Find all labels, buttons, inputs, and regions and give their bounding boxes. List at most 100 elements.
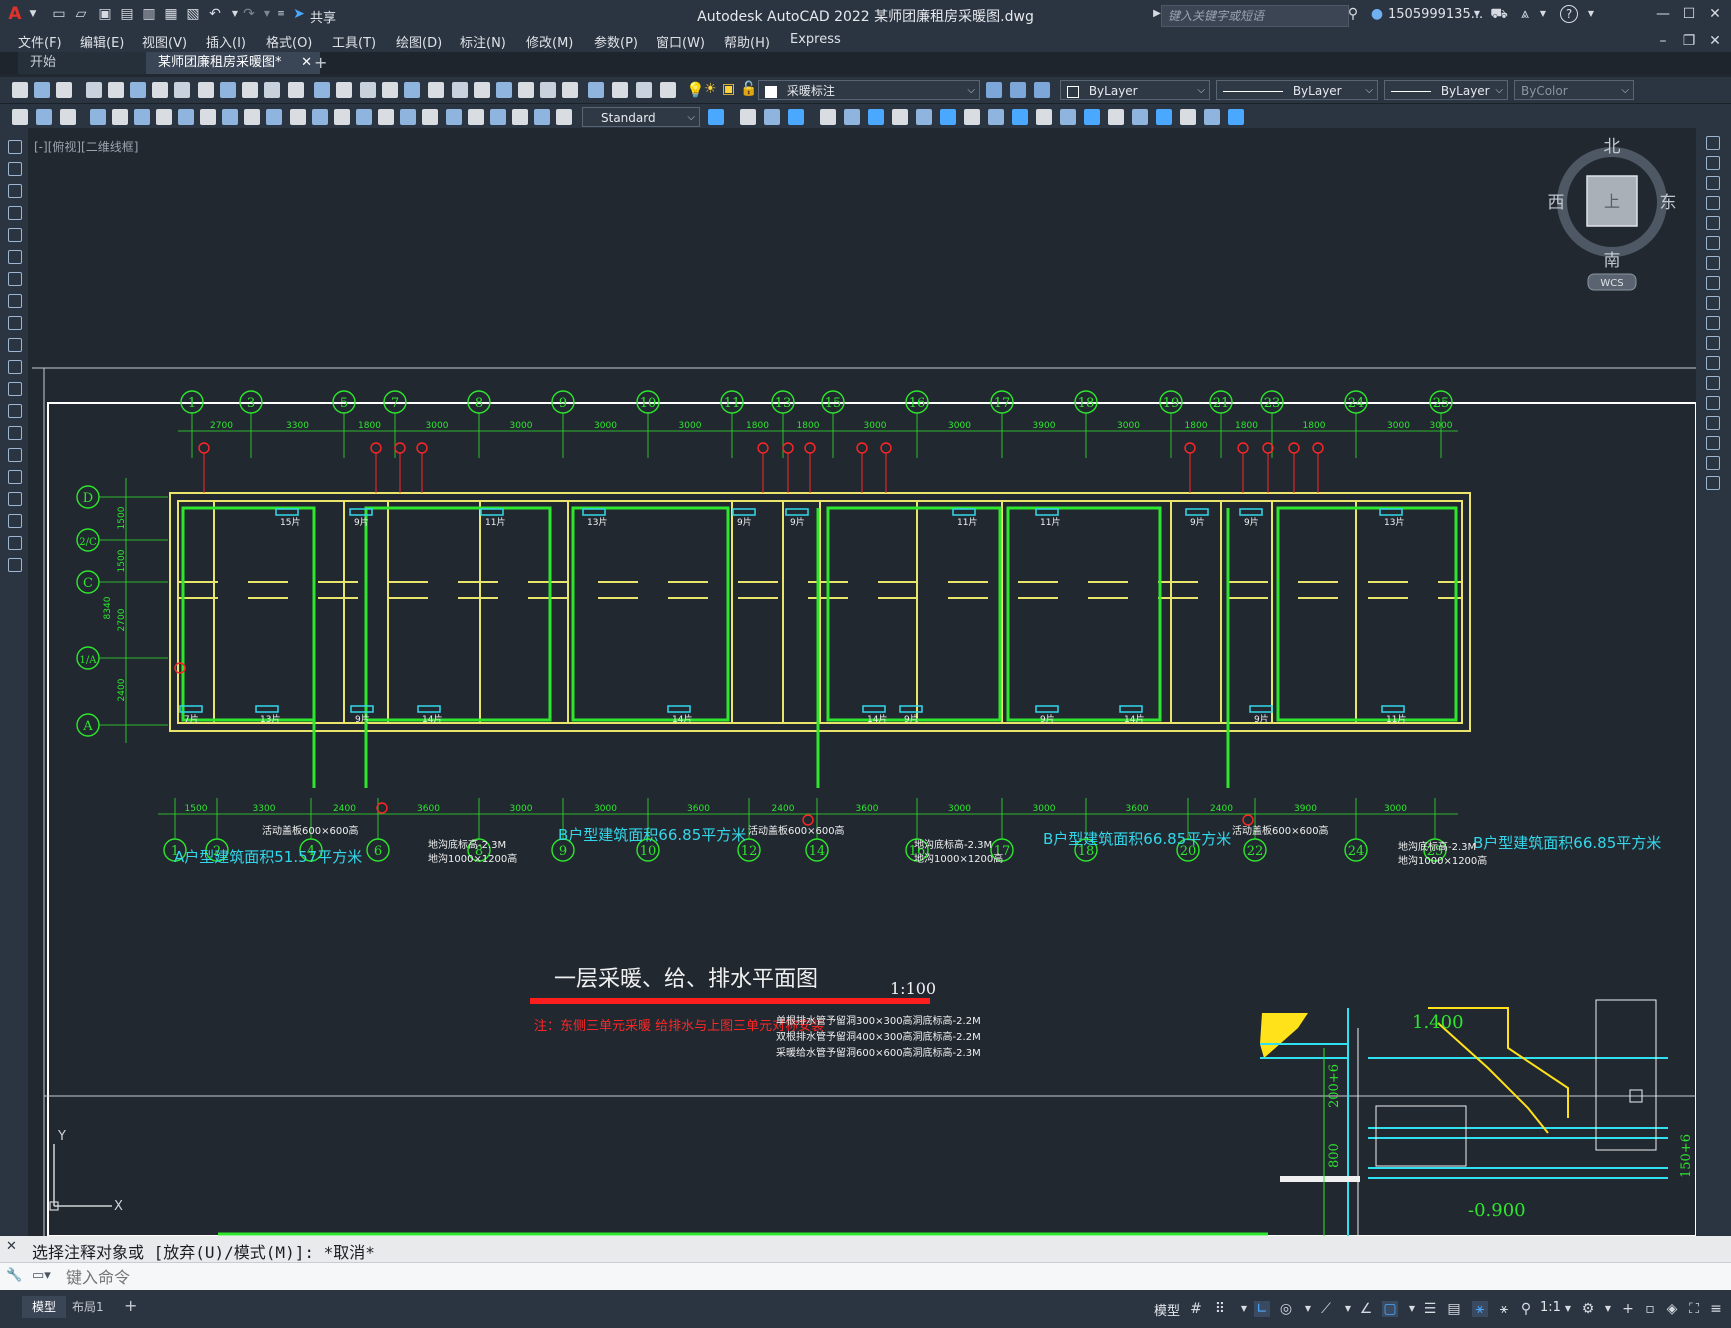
sheet-set-icon[interactable]	[496, 82, 512, 98]
dim-style-icon[interactable]	[534, 109, 550, 125]
list-icon[interactable]	[1132, 109, 1148, 125]
layer-unlock-icon[interactable]: 🔓	[740, 81, 757, 97]
jogged-linear-icon[interactable]	[446, 109, 462, 125]
polyline-icon[interactable]	[8, 184, 22, 198]
continue-dim-icon[interactable]	[312, 109, 328, 125]
layer-on-icon[interactable]	[612, 82, 628, 98]
doc-minimize-icon[interactable]: –	[1654, 32, 1672, 50]
construction-line-icon[interactable]	[8, 162, 22, 176]
array-icon[interactable]	[1706, 216, 1720, 230]
new-file-icon[interactable]: ▭	[50, 5, 68, 23]
linear-dim-icon[interactable]	[90, 109, 106, 125]
isolate-objects-icon[interactable]: ◈	[1664, 1301, 1680, 1317]
make-current-layer-icon[interactable]	[986, 82, 1002, 98]
layout-tab-model[interactable]: 模型	[22, 1296, 67, 1318]
minimize-icon[interactable]: —	[1654, 5, 1672, 23]
center-mark-icon[interactable]	[400, 109, 416, 125]
add-selected-icon[interactable]	[8, 558, 22, 572]
arc-icon[interactable]	[8, 250, 22, 264]
quick-dim-icon[interactable]	[266, 109, 282, 125]
share-label[interactable]: 共享	[310, 7, 336, 26]
ortho-icon[interactable]: ∟	[1254, 1301, 1270, 1317]
workspace-gear-icon[interactable]: ⚙	[1580, 1301, 1596, 1317]
menu-edit[interactable]: 编辑(E)	[80, 32, 124, 51]
undo-icon[interactable]: ↶	[206, 5, 224, 23]
clip-icon[interactable]	[892, 109, 908, 125]
lineweight-select[interactable]: ByLayer ⌵	[1384, 80, 1508, 100]
tab-close-icon[interactable]: ✕	[301, 52, 312, 74]
ellipse-icon[interactable]	[8, 338, 22, 352]
search-input[interactable]: 键入关键字或短语	[1161, 5, 1349, 27]
dim-break-icon[interactable]	[356, 109, 372, 125]
plot-icon[interactable]	[86, 82, 102, 98]
properties-icon[interactable]	[428, 82, 444, 98]
dim-update-icon[interactable]	[512, 109, 528, 125]
redo-icon[interactable]: ↷	[240, 5, 258, 23]
polar-dropdown-icon[interactable]: ▼	[1300, 1301, 1316, 1317]
undo-icon[interactable]	[288, 82, 304, 98]
cut-icon[interactable]	[174, 82, 190, 98]
make-block-icon[interactable]	[8, 404, 22, 418]
layer-states-icon[interactable]	[1034, 82, 1050, 98]
xref-icon[interactable]	[844, 109, 860, 125]
ellipse-arc-icon[interactable]	[8, 360, 22, 374]
tab-start[interactable]: 开始	[18, 52, 162, 74]
plotstyle-select[interactable]: ByColor ⌵	[1514, 80, 1634, 100]
menu-help[interactable]: 帮助(H)	[724, 32, 770, 51]
doc-restore-icon[interactable]: ❐	[1680, 32, 1698, 50]
open-from-web-icon[interactable]: ▥	[140, 5, 158, 23]
add-layout-button[interactable]: +	[124, 1296, 137, 1315]
baseline-dim-icon[interactable]	[290, 109, 306, 125]
layout-tab-1[interactable]: 布局1	[62, 1296, 114, 1318]
polar-icon[interactable]: ◎	[1278, 1301, 1294, 1317]
help-dropdown-icon[interactable]: ▼	[1582, 5, 1600, 23]
open-icon[interactable]	[34, 82, 50, 98]
status-icon[interactable]	[1180, 109, 1196, 125]
insert-block-icon[interactable]	[8, 382, 22, 396]
layer-walk-icon[interactable]	[36, 109, 52, 125]
text-style-settings-icon[interactable]	[708, 109, 724, 125]
plot-icon[interactable]: ▧	[184, 5, 202, 23]
publish-icon[interactable]	[130, 82, 146, 98]
spline-icon[interactable]	[8, 316, 22, 330]
distance-icon[interactable]	[1060, 109, 1076, 125]
app-dropdown-icon[interactable]: ▼	[1534, 5, 1552, 23]
save-to-web-icon[interactable]: ▦	[162, 5, 180, 23]
app-menu-chevron-icon[interactable]: ▼	[24, 5, 42, 23]
area-icon[interactable]	[1084, 109, 1100, 125]
rectangle-icon[interactable]	[8, 228, 22, 242]
region-icon[interactable]	[8, 492, 22, 506]
doc-close-icon[interactable]: ✕	[1706, 32, 1724, 50]
command-close-icon[interactable]: ✕	[6, 1239, 17, 1254]
menu-format[interactable]: 格式(O)	[266, 32, 312, 51]
gradient-icon[interactable]	[8, 470, 22, 484]
copy-icon[interactable]	[1706, 156, 1720, 170]
audit-icon[interactable]	[988, 109, 1004, 125]
chamfer-icon[interactable]	[1706, 416, 1720, 430]
layer-isolate-icon[interactable]	[60, 109, 76, 125]
lineweight-icon[interactable]: ☰	[1422, 1301, 1438, 1317]
zoom-previous-icon[interactable]	[404, 82, 420, 98]
ungroup-icon[interactable]	[820, 109, 836, 125]
layer-freeze-icon[interactable]	[636, 82, 652, 98]
menu-file[interactable]: 文件(F)	[18, 32, 62, 51]
clean-screen-icon[interactable]: ⛶	[1686, 1301, 1702, 1317]
save-icon[interactable]	[56, 82, 72, 98]
3d-print-icon[interactable]	[152, 82, 168, 98]
text-style-select[interactable]: Standard ⌵	[582, 107, 700, 127]
redo-icon[interactable]	[314, 82, 330, 98]
annotation-scale-value[interactable]: 1:1	[1540, 1300, 1561, 1315]
menu-modify[interactable]: 修改(M)	[526, 32, 573, 51]
pan-icon[interactable]	[336, 82, 352, 98]
purge-icon[interactable]	[964, 109, 980, 125]
scale-icon[interactable]	[1706, 276, 1720, 290]
join-icon[interactable]	[1706, 396, 1720, 410]
erase-icon[interactable]	[1706, 136, 1720, 150]
workspace-dropdown-icon[interactable]: ▼	[1600, 1301, 1616, 1317]
arc-length-icon[interactable]	[134, 109, 150, 125]
explode-icon[interactable]	[1706, 476, 1720, 490]
time-icon[interactable]	[1156, 109, 1172, 125]
dim-space-icon[interactable]	[334, 109, 350, 125]
snap-dropdown-icon[interactable]: ▼	[1236, 1301, 1252, 1317]
menu-tools[interactable]: 工具(T)	[332, 32, 376, 51]
